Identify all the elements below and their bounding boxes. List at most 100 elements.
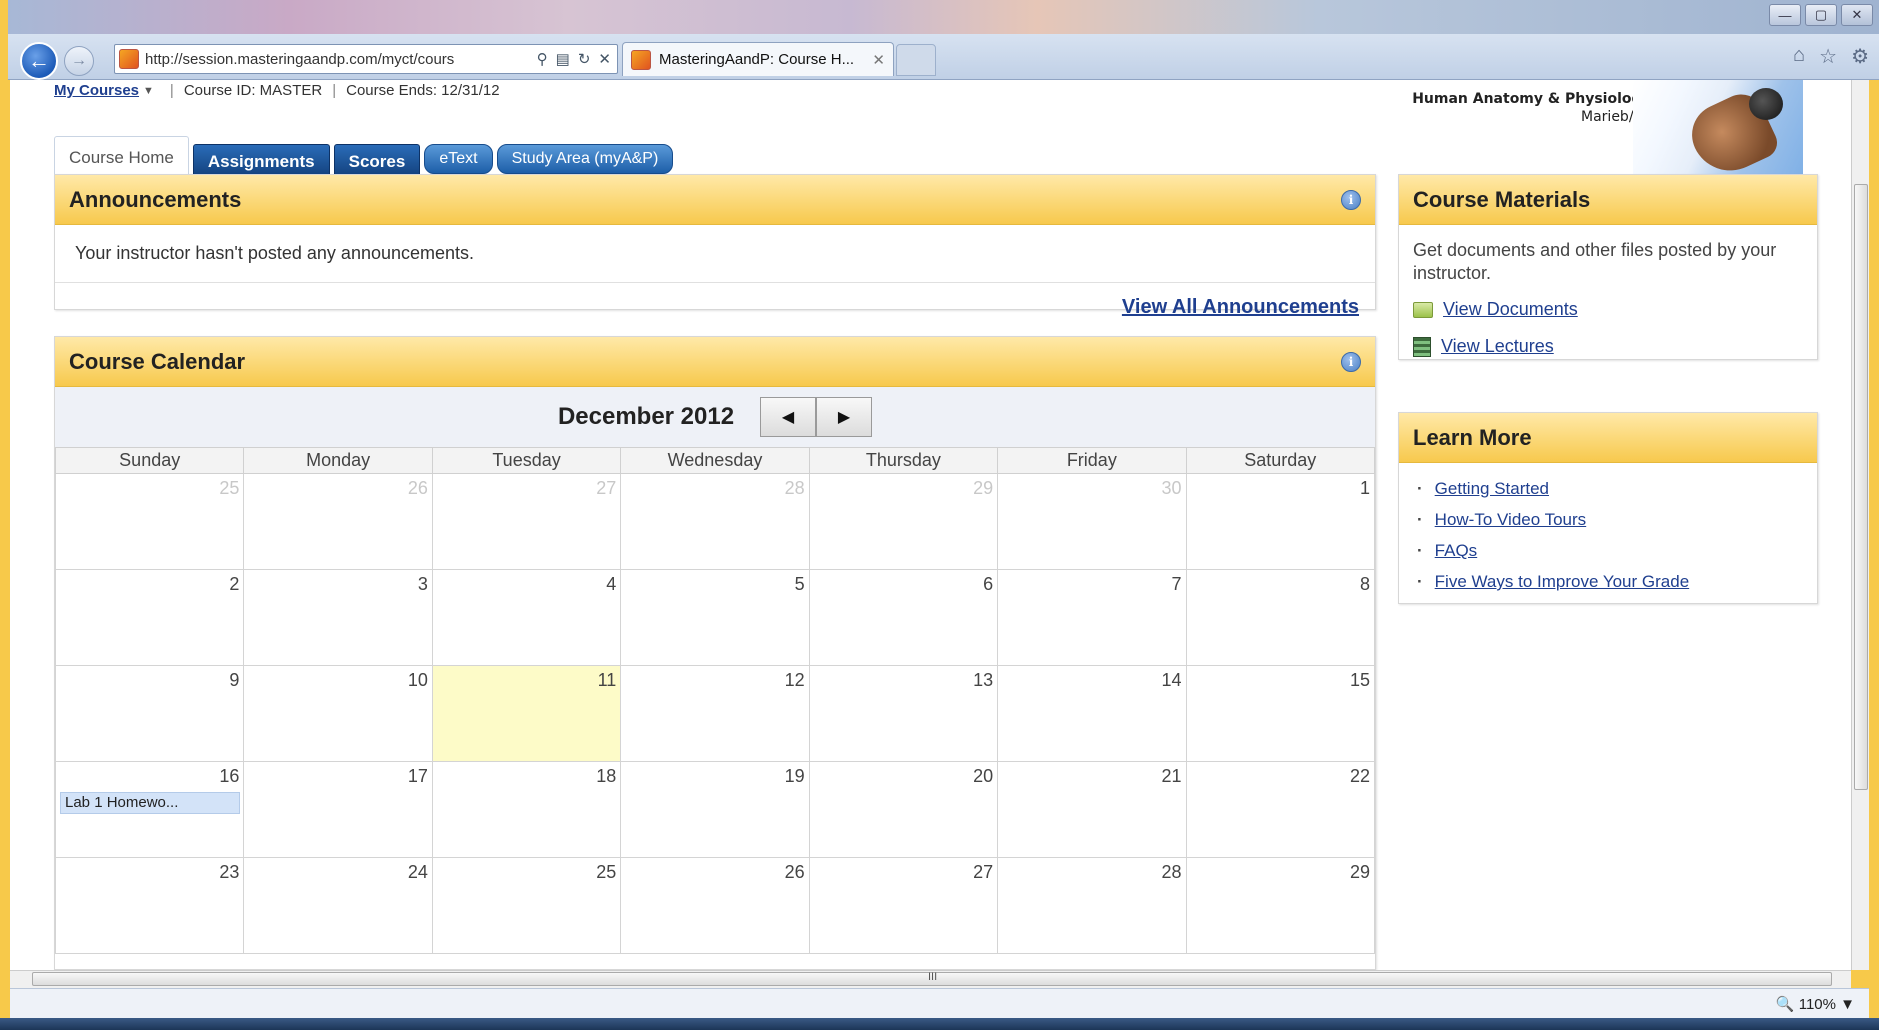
- calendar-week: 16 Lab 1 Homewo... 17 18 19 20 21 22: [54, 761, 1376, 858]
- calendar-day[interactable]: 22: [1185, 761, 1376, 858]
- calendar-weekday-row: Sunday Monday Tuesday Wednesday Thursday…: [54, 447, 1376, 474]
- search-icon[interactable]: ⚲: [537, 50, 548, 68]
- calendar-day[interactable]: 12: [620, 665, 810, 762]
- weekday-header: Friday: [997, 447, 1187, 474]
- weekday-header: Wednesday: [620, 447, 810, 474]
- tab-close-icon[interactable]: ✕: [872, 51, 885, 69]
- view-lectures-link[interactable]: View Lectures: [1441, 336, 1554, 357]
- learn-more-list: Getting Started How-To Video Tours FAQs …: [1399, 463, 1817, 592]
- course-id: Course ID: MASTER: [183, 82, 323, 99]
- calendar-day[interactable]: 2: [54, 569, 245, 666]
- tab-course-home[interactable]: Course Home: [54, 136, 189, 178]
- back-button[interactable]: ←: [20, 42, 58, 80]
- calendar-day-today[interactable]: 11: [431, 665, 622, 762]
- next-month-button[interactable]: ▶: [816, 397, 873, 437]
- video-tours-link[interactable]: How-To Video Tours: [1435, 510, 1587, 529]
- window-titlebar: — ▢ ✕: [8, 0, 1879, 34]
- tab-title: MasteringAandP: Course H...: [659, 51, 855, 68]
- list-item: How-To Video Tours: [1417, 510, 1817, 530]
- info-icon[interactable]: i: [1341, 351, 1361, 372]
- calendar-day[interactable]: 20: [808, 761, 999, 858]
- calendar-day[interactable]: 4: [431, 569, 622, 666]
- calendar-day[interactable]: 9: [54, 665, 245, 762]
- calendar-day[interactable]: 28: [620, 473, 810, 570]
- calendar-day[interactable]: 21: [997, 761, 1187, 858]
- close-window-button[interactable]: ✕: [1841, 4, 1873, 26]
- faqs-link[interactable]: FAQs: [1435, 541, 1478, 560]
- calendar-day[interactable]: 27: [808, 857, 999, 954]
- refresh-icon[interactable]: ↻: [578, 50, 591, 68]
- calendar-day[interactable]: 30: [997, 473, 1187, 570]
- tab-assignments[interactable]: Assignments: [192, 144, 330, 178]
- maximize-button[interactable]: ▢: [1805, 4, 1837, 26]
- site-favicon-icon: [119, 49, 139, 69]
- calendar-day[interactable]: 7: [997, 569, 1187, 666]
- course-calendar-panel: Course Calendar i December 2012 ◀ ▶ Sund…: [54, 336, 1376, 970]
- calendar-day[interactable]: 25: [431, 857, 622, 954]
- stop-icon[interactable]: ✕: [598, 50, 611, 68]
- dropdown-caret-icon[interactable]: ▼: [143, 85, 154, 97]
- calendar-day[interactable]: 29: [1185, 857, 1376, 954]
- view-all-announcements-link[interactable]: View All Announcements: [1122, 296, 1359, 319]
- window-controls: — ▢ ✕: [1769, 4, 1873, 26]
- calendar-title: Course Calendar: [69, 348, 246, 374]
- calendar-nav: December 2012 ◀ ▶: [55, 387, 1375, 447]
- calendar-grid: Sunday Monday Tuesday Wednesday Thursday…: [54, 447, 1376, 954]
- calendar-day[interactable]: 23: [54, 857, 245, 954]
- tab-study-area[interactable]: Study Area (myA&P): [496, 144, 674, 174]
- calendar-day[interactable]: 13: [808, 665, 999, 762]
- new-tab-button[interactable]: [896, 44, 936, 76]
- tab-scores[interactable]: Scores: [333, 144, 421, 178]
- calendar-day[interactable]: 16 Lab 1 Homewo...: [54, 761, 245, 858]
- calendar-day[interactable]: 14: [997, 665, 1187, 762]
- tab-etext[interactable]: eText: [424, 144, 493, 174]
- calendar-week: 25 26 27 28 29 30 1: [54, 473, 1376, 570]
- vertical-scrollbar[interactable]: [1851, 80, 1869, 970]
- calendar-day[interactable]: 18: [431, 761, 622, 858]
- home-icon[interactable]: ⌂: [1793, 44, 1805, 69]
- forward-button[interactable]: →: [64, 46, 94, 76]
- learn-more-title: Learn More: [1413, 424, 1532, 450]
- calendar-day[interactable]: 26: [620, 857, 810, 954]
- my-courses-link[interactable]: My Courses: [54, 82, 139, 99]
- calendar-day[interactable]: 3: [243, 569, 433, 666]
- url-text: http://session.masteringaandp.com/myct/c…: [145, 50, 455, 68]
- horizontal-scrollbar[interactable]: III: [10, 970, 1851, 988]
- course-materials-description: Get documents and other files posted by …: [1413, 240, 1777, 283]
- browser-tab[interactable]: MasteringAandP: Course H... ✕: [622, 42, 894, 76]
- tools-gear-icon[interactable]: ⚙: [1851, 44, 1869, 69]
- calendar-event-lab1[interactable]: Lab 1 Homewo...: [60, 792, 240, 814]
- minimize-button[interactable]: —: [1769, 4, 1801, 26]
- calendar-day[interactable]: 25: [54, 473, 245, 570]
- info-icon[interactable]: i: [1341, 189, 1361, 210]
- page-header: My Courses ▼ | Course ID: MASTER | Cours…: [10, 80, 1861, 178]
- favorites-star-icon[interactable]: ☆: [1819, 44, 1837, 69]
- calendar-day[interactable]: 1: [1185, 473, 1376, 570]
- zoom-level[interactable]: 110%: [1799, 996, 1836, 1013]
- course-materials-panel: Course Materials Get documents and other…: [1398, 174, 1818, 360]
- getting-started-link[interactable]: Getting Started: [1435, 479, 1549, 498]
- calendar-day[interactable]: 27: [431, 473, 622, 570]
- prev-month-button[interactable]: ◀: [760, 397, 817, 437]
- horizontal-scroll-thumb[interactable]: III: [32, 971, 1832, 986]
- improve-grade-link[interactable]: Five Ways to Improve Your Grade: [1435, 572, 1689, 591]
- calendar-day[interactable]: 15: [1185, 665, 1376, 762]
- calendar-day[interactable]: 17: [243, 761, 433, 858]
- course-info-bar: My Courses ▼ | Course ID: MASTER | Cours…: [54, 82, 500, 99]
- address-bar[interactable]: http://session.masteringaandp.com/myct/c…: [114, 44, 618, 74]
- calendar-day[interactable]: 6: [808, 569, 999, 666]
- calendar-day[interactable]: 28: [997, 857, 1187, 954]
- calendar-week: 23 24 25 26 27 28 29: [54, 857, 1376, 954]
- compat-view-icon[interactable]: ▤: [556, 50, 570, 68]
- list-item: Five Ways to Improve Your Grade: [1417, 572, 1817, 592]
- vertical-scroll-thumb[interactable]: [1854, 184, 1868, 790]
- calendar-day[interactable]: 8: [1185, 569, 1376, 666]
- view-documents-link[interactable]: View Documents: [1443, 299, 1578, 320]
- calendar-day[interactable]: 24: [243, 857, 433, 954]
- calendar-day[interactable]: 19: [620, 761, 810, 858]
- calendar-day[interactable]: 26: [243, 473, 433, 570]
- calendar-day[interactable]: 10: [243, 665, 433, 762]
- calendar-day[interactable]: 5: [620, 569, 810, 666]
- page-viewport: My Courses ▼ | Course ID: MASTER | Cours…: [10, 80, 1861, 970]
- calendar-day[interactable]: 29: [808, 473, 999, 570]
